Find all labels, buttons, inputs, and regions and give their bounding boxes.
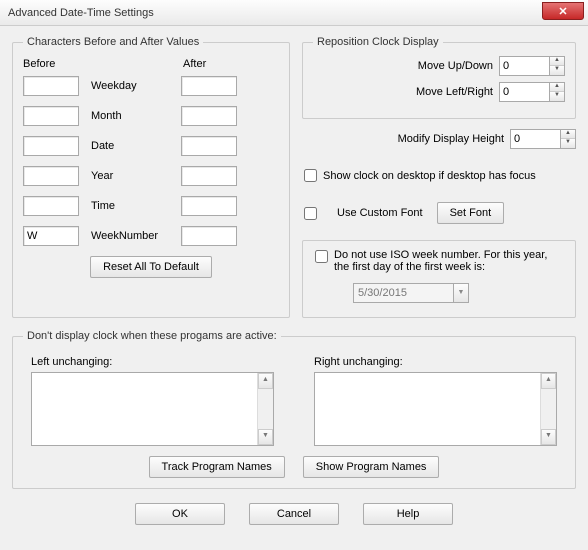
- right-unchanging-label: Right unchanging:: [314, 356, 557, 368]
- scroll-up-icon[interactable]: ▲: [258, 373, 273, 389]
- show-program-names-button[interactable]: Show Program Names: [303, 456, 440, 478]
- time-after-input[interactable]: [181, 196, 237, 216]
- scroll-down-icon[interactable]: ▼: [258, 429, 273, 445]
- spin-down-icon[interactable]: ▼: [550, 92, 564, 101]
- spin-up-icon[interactable]: ▲: [550, 57, 564, 66]
- date-label: Date: [79, 140, 167, 152]
- scroll-up-icon[interactable]: ▲: [541, 373, 556, 389]
- year-after-input[interactable]: [181, 166, 237, 186]
- move-leftright-input[interactable]: [499, 82, 549, 102]
- char-row-date: Date: [23, 136, 279, 156]
- move-updown-input[interactable]: [499, 56, 549, 76]
- month-label: Month: [79, 110, 167, 122]
- programs-group: Don't display clock when these progams a…: [12, 330, 576, 489]
- weeknumber-before-input[interactable]: [23, 226, 79, 246]
- programs-legend: Don't display clock when these progams a…: [23, 330, 281, 342]
- move-leftright-label: Move Left/Right: [416, 86, 493, 98]
- weekday-before-input[interactable]: [23, 76, 79, 96]
- header-before: Before: [23, 58, 95, 70]
- time-label: Time: [79, 200, 167, 212]
- left-unchanging-list[interactable]: ▲ ▼: [31, 372, 274, 446]
- help-button[interactable]: Help: [363, 503, 453, 525]
- modify-height-label: Modify Display Height: [302, 133, 504, 145]
- left-unchanging-label: Left unchanging:: [31, 356, 274, 368]
- move-leftright-spinner[interactable]: ▲▼: [499, 82, 565, 102]
- date-before-input[interactable]: [23, 136, 79, 156]
- iso-date-input[interactable]: [353, 283, 453, 303]
- move-updown-label: Move Up/Down: [418, 60, 493, 72]
- header-after: After: [183, 58, 271, 70]
- weeknumber-after-input[interactable]: [181, 226, 237, 246]
- iso-group: Do not use ISO week number. For this yea…: [302, 240, 576, 318]
- modify-height-input[interactable]: [510, 129, 560, 149]
- weeknumber-label: WeekNumber: [79, 230, 167, 242]
- right-unchanging-list[interactable]: ▲ ▼: [314, 372, 557, 446]
- month-before-input[interactable]: [23, 106, 79, 126]
- spin-up-icon[interactable]: ▲: [550, 83, 564, 92]
- scrollbar[interactable]: ▲ ▼: [257, 373, 273, 445]
- use-custom-font-label: Use Custom Font: [337, 207, 423, 219]
- window-title: Advanced Date-Time Settings: [8, 7, 154, 19]
- iso-checkbox[interactable]: [315, 250, 328, 263]
- char-row-time: Time: [23, 196, 279, 216]
- time-before-input[interactable]: [23, 196, 79, 216]
- spin-down-icon[interactable]: ▼: [550, 66, 564, 75]
- scrollbar[interactable]: ▲ ▼: [540, 373, 556, 445]
- move-updown-spinner[interactable]: ▲▼: [499, 56, 565, 76]
- char-row-weeknumber: WeekNumber: [23, 226, 279, 246]
- iso-label: Do not use ISO week number. For this yea…: [334, 249, 565, 273]
- dropdown-icon[interactable]: ▼: [453, 283, 469, 303]
- year-before-input[interactable]: [23, 166, 79, 186]
- weekday-label: Weekday: [79, 80, 167, 92]
- title-bar: Advanced Date-Time Settings ✕: [0, 0, 588, 26]
- year-label: Year: [79, 170, 167, 182]
- ok-button[interactable]: OK: [135, 503, 225, 525]
- char-row-year: Year: [23, 166, 279, 186]
- reset-all-button[interactable]: Reset All To Default: [90, 256, 212, 278]
- track-program-names-button[interactable]: Track Program Names: [149, 456, 285, 478]
- close-button[interactable]: ✕: [542, 2, 584, 20]
- month-after-input[interactable]: [181, 106, 237, 126]
- use-custom-font-checkbox[interactable]: [304, 207, 317, 220]
- show-desktop-label: Show clock on desktop if desktop has foc…: [323, 170, 536, 182]
- weekday-after-input[interactable]: [181, 76, 237, 96]
- set-font-button[interactable]: Set Font: [437, 202, 505, 224]
- char-row-weekday: Weekday: [23, 76, 279, 96]
- show-desktop-checkbox[interactable]: [304, 169, 317, 182]
- date-after-input[interactable]: [181, 136, 237, 156]
- characters-legend: Characters Before and After Values: [23, 36, 203, 48]
- char-row-month: Month: [23, 106, 279, 126]
- reposition-legend: Reposition Clock Display: [313, 36, 443, 48]
- scroll-down-icon[interactable]: ▼: [541, 429, 556, 445]
- spin-down-icon[interactable]: ▼: [561, 139, 575, 148]
- characters-group: Characters Before and After Values Befor…: [12, 36, 290, 318]
- reposition-group: Reposition Clock Display Move Up/Down ▲▼…: [302, 36, 576, 119]
- cancel-button[interactable]: Cancel: [249, 503, 339, 525]
- modify-height-spinner[interactable]: ▲▼: [510, 129, 576, 149]
- spin-up-icon[interactable]: ▲: [561, 130, 575, 139]
- close-icon: ✕: [558, 5, 567, 18]
